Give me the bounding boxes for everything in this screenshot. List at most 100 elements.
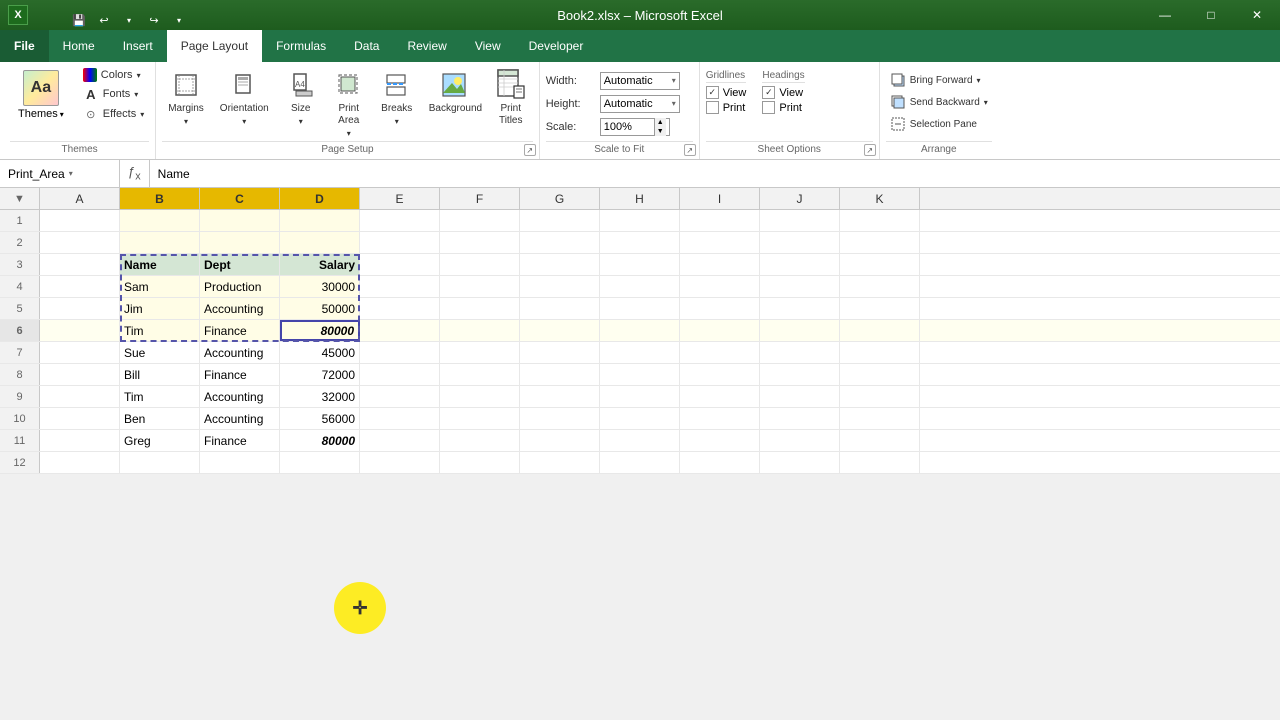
- cell-H12[interactable]: [600, 452, 680, 473]
- cell-I12[interactable]: [680, 452, 760, 473]
- headings-view-checkbox[interactable]: [762, 86, 775, 99]
- cell-A12[interactable]: [40, 452, 120, 473]
- size-button[interactable]: A4 Size ▾: [279, 66, 323, 129]
- send-backward-button[interactable]: Send Backward ▾: [886, 92, 992, 112]
- cell-A5[interactable]: [40, 298, 120, 319]
- cell-K5[interactable]: [840, 298, 920, 319]
- col-header-B[interactable]: B: [120, 188, 200, 209]
- cell-J9[interactable]: [760, 386, 840, 407]
- cell-K2[interactable]: [840, 232, 920, 253]
- col-header-K[interactable]: K: [840, 188, 920, 209]
- cell-D4[interactable]: 30000: [280, 276, 360, 297]
- cell-I6[interactable]: [680, 320, 760, 341]
- cell-A8[interactable]: [40, 364, 120, 385]
- menu-formulas[interactable]: Formulas: [262, 30, 340, 62]
- cell-D6[interactable]: 80000: [280, 320, 360, 341]
- name-box-dropdown[interactable]: ▾: [69, 169, 73, 178]
- cell-H3[interactable]: [600, 254, 680, 275]
- cell-C7[interactable]: Accounting: [200, 342, 280, 363]
- cell-J3[interactable]: [760, 254, 840, 275]
- cell-D5[interactable]: 50000: [280, 298, 360, 319]
- cell-K8[interactable]: [840, 364, 920, 385]
- cell-D7[interactable]: 45000: [280, 342, 360, 363]
- cell-K11[interactable]: [840, 430, 920, 451]
- col-header-H[interactable]: H: [600, 188, 680, 209]
- cell-F3[interactable]: [440, 254, 520, 275]
- cell-A2[interactable]: [40, 232, 120, 253]
- menu-view[interactable]: View: [461, 30, 515, 62]
- cell-B8[interactable]: Bill: [120, 364, 200, 385]
- cell-E9[interactable]: [360, 386, 440, 407]
- cell-J11[interactable]: [760, 430, 840, 451]
- cell-H1[interactable]: [600, 210, 680, 231]
- cell-H5[interactable]: [600, 298, 680, 319]
- print-titles-button[interactable]: PrintTitles: [489, 66, 533, 130]
- cell-C10[interactable]: Accounting: [200, 408, 280, 429]
- gridlines-print-checkbox[interactable]: [706, 101, 719, 114]
- menu-file[interactable]: File: [0, 30, 49, 62]
- cell-I8[interactable]: [680, 364, 760, 385]
- cell-E8[interactable]: [360, 364, 440, 385]
- cell-G8[interactable]: [520, 364, 600, 385]
- cell-D11[interactable]: 80000: [280, 430, 360, 451]
- scale-dialog-launcher[interactable]: ↗: [684, 144, 696, 156]
- cell-K7[interactable]: [840, 342, 920, 363]
- cell-I2[interactable]: [680, 232, 760, 253]
- cell-G9[interactable]: [520, 386, 600, 407]
- cell-H8[interactable]: [600, 364, 680, 385]
- cell-H4[interactable]: [600, 276, 680, 297]
- cell-A4[interactable]: [40, 276, 120, 297]
- cell-K1[interactable]: [840, 210, 920, 231]
- col-header-A[interactable]: A: [40, 188, 120, 209]
- cell-F4[interactable]: [440, 276, 520, 297]
- cell-J12[interactable]: [760, 452, 840, 473]
- cell-D2[interactable]: [280, 232, 360, 253]
- cell-B9[interactable]: Tim: [120, 386, 200, 407]
- cell-E1[interactable]: [360, 210, 440, 231]
- cell-J6[interactable]: [760, 320, 840, 341]
- cell-E12[interactable]: [360, 452, 440, 473]
- cell-F6[interactable]: [440, 320, 520, 341]
- cell-J7[interactable]: [760, 342, 840, 363]
- col-header-E[interactable]: E: [360, 188, 440, 209]
- cell-F8[interactable]: [440, 364, 520, 385]
- cell-B7[interactable]: Sue: [120, 342, 200, 363]
- cell-C9[interactable]: Accounting: [200, 386, 280, 407]
- cell-E2[interactable]: [360, 232, 440, 253]
- cell-G2[interactable]: [520, 232, 600, 253]
- col-header-F[interactable]: F: [440, 188, 520, 209]
- fonts-button[interactable]: A Fonts ▾: [78, 84, 149, 104]
- cell-H9[interactable]: [600, 386, 680, 407]
- cell-I1[interactable]: [680, 210, 760, 231]
- cell-A10[interactable]: [40, 408, 120, 429]
- cell-C12[interactable]: [200, 452, 280, 473]
- cell-J2[interactable]: [760, 232, 840, 253]
- cell-K4[interactable]: [840, 276, 920, 297]
- cell-J4[interactable]: [760, 276, 840, 297]
- breaks-button[interactable]: Breaks ▾: [375, 66, 419, 129]
- col-header-G[interactable]: G: [520, 188, 600, 209]
- col-header-C[interactable]: C: [200, 188, 280, 209]
- maximize-button[interactable]: □: [1188, 0, 1234, 30]
- cell-F1[interactable]: [440, 210, 520, 231]
- cell-G1[interactable]: [520, 210, 600, 231]
- cell-G11[interactable]: [520, 430, 600, 451]
- menu-page-layout[interactable]: Page Layout: [167, 30, 262, 62]
- background-button[interactable]: Background: [423, 66, 485, 118]
- close-button[interactable]: ✕: [1234, 0, 1280, 30]
- cell-C8[interactable]: Finance: [200, 364, 280, 385]
- col-header-I[interactable]: I: [680, 188, 760, 209]
- cell-F12[interactable]: [440, 452, 520, 473]
- menu-home[interactable]: Home: [49, 30, 109, 62]
- cell-A6[interactable]: [40, 320, 120, 341]
- cell-A11[interactable]: [40, 430, 120, 451]
- cell-F10[interactable]: [440, 408, 520, 429]
- cell-K10[interactable]: [840, 408, 920, 429]
- minimize-button[interactable]: —: [1142, 0, 1188, 30]
- cell-I9[interactable]: [680, 386, 760, 407]
- cell-B11[interactable]: Greg: [120, 430, 200, 451]
- cell-C3[interactable]: Dept: [200, 254, 280, 275]
- name-box[interactable]: Print_Area ▾: [0, 160, 120, 188]
- cell-C4[interactable]: Production: [200, 276, 280, 297]
- themes-button[interactable]: Aa Aa Themes ▾: [10, 66, 72, 124]
